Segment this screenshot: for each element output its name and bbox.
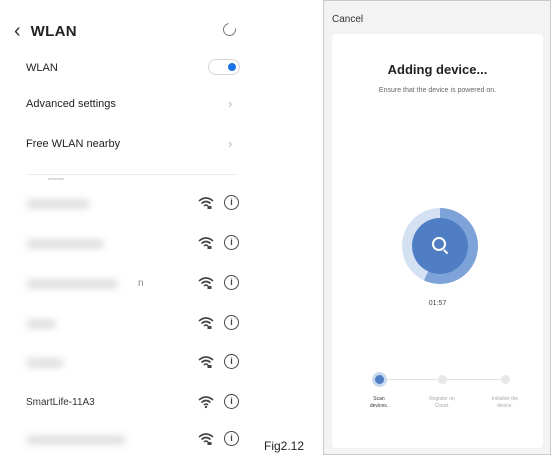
network-name (26, 320, 56, 328)
network-row[interactable]: SmartLife-11A3 i (20, 391, 246, 415)
network-row[interactable]: i (20, 351, 246, 375)
wifi-secured-icon (198, 433, 214, 445)
section-header: networks (48, 176, 65, 181)
step-label: Scan devices. (354, 396, 404, 410)
step-dot (438, 375, 447, 384)
adding-device-card: Adding device... Ensure that the device … (332, 34, 543, 448)
network-row[interactable]: i (20, 232, 246, 256)
wifi-secured-icon (198, 197, 214, 209)
network-row[interactable]: i (20, 428, 246, 452)
network-name: SmartLife-11A3 (26, 397, 95, 408)
header: ‹ WLAN (14, 18, 77, 44)
countdown-timer: 01:57 (428, 300, 447, 307)
figure-label: Fig2.12 (264, 439, 305, 453)
network-name (26, 359, 64, 367)
chevron-right-icon: › (228, 136, 233, 151)
network-name (26, 200, 90, 208)
free-wlan-item[interactable]: Free WLAN nearby (26, 138, 120, 150)
adding-title: Adding device... (387, 62, 488, 77)
step-label-line: device. (497, 403, 513, 409)
step-label-line: Scan (373, 396, 385, 402)
step-label: Initialize the device. (480, 396, 530, 410)
divider (26, 174, 238, 175)
network-row[interactable]: ni (20, 272, 246, 296)
info-icon[interactable]: i (224, 195, 239, 210)
wlan-toggle-label: WLAN (26, 62, 58, 74)
refresh-icon[interactable] (220, 20, 239, 39)
wifi-secured-icon (198, 317, 214, 329)
network-name (26, 436, 126, 444)
step-label-line: Cloud. (434, 403, 450, 409)
step-dot (375, 375, 384, 384)
step-label-line: devices. (369, 403, 389, 409)
progress-ring (402, 208, 478, 284)
back-arrow-icon[interactable]: ‹ (14, 21, 21, 41)
search-icon (432, 237, 446, 251)
step-label: Register on Cloud. (417, 396, 467, 410)
info-icon[interactable]: i (224, 235, 239, 250)
wlan-settings-panel: ‹ WLAN WLAN Advanced settings › Free WLA… (0, 0, 258, 457)
network-row[interactable]: i (20, 192, 246, 216)
network-name (26, 280, 118, 288)
wifi-icon (198, 396, 214, 409)
progress-center (412, 218, 468, 274)
info-icon[interactable]: i (224, 394, 239, 409)
info-icon[interactable]: i (224, 315, 239, 330)
network-row[interactable]: i (20, 312, 246, 336)
cancel-button[interactable]: Cancel (332, 14, 363, 25)
network-name-suffix: n (138, 278, 144, 289)
chevron-right-icon: › (228, 96, 233, 111)
wifi-secured-icon (198, 237, 214, 249)
step-label-line: Register on (429, 396, 455, 402)
adding-subtitle: Ensure that the device is powered on. (378, 87, 497, 94)
adding-device-screen: Cancel Adding device... Ensure that the … (323, 0, 551, 455)
wlan-toggle[interactable] (208, 59, 240, 75)
info-icon[interactable]: i (224, 354, 239, 369)
wifi-secured-icon (198, 356, 214, 368)
step-label-line: Initialize the (491, 396, 519, 402)
page-title: WLAN (30, 22, 77, 40)
toggle-knob (228, 63, 236, 71)
wifi-secured-icon (198, 277, 214, 289)
advanced-settings-item[interactable]: Advanced settings (26, 98, 116, 110)
info-icon[interactable]: i (224, 431, 239, 446)
step-dot (501, 375, 510, 384)
network-name (26, 240, 104, 248)
info-icon[interactable]: i (224, 275, 239, 290)
